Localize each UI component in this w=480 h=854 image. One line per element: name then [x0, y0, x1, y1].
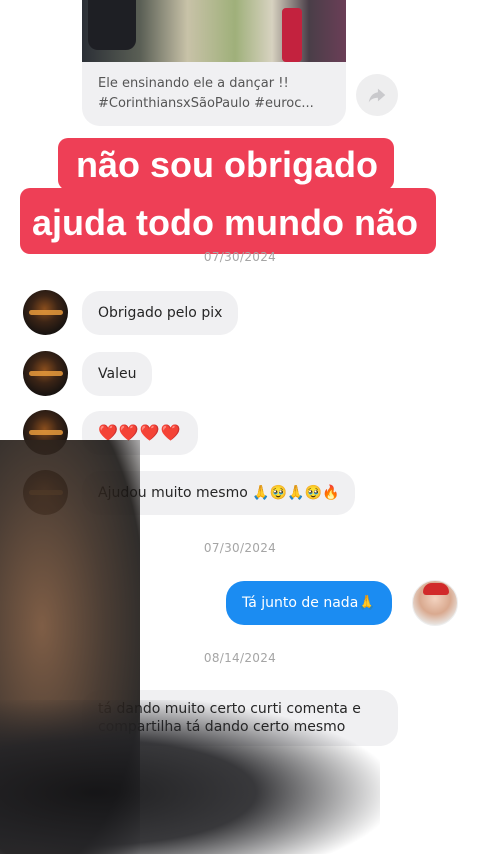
shared-post-caption-line-1: Ele ensinando ele a dançar !! — [98, 76, 289, 91]
contact-avatar[interactable] — [23, 351, 68, 396]
contact-avatar[interactable] — [23, 410, 68, 455]
date-separator: 07/30/2024 — [203, 541, 277, 555]
message-bubble-received[interactable]: tá dando muito certo curti comenta e com… — [82, 690, 398, 746]
contact-avatar[interactable] — [23, 290, 68, 335]
date-separator: 08/14/2024 — [203, 651, 277, 665]
contact-avatar[interactable] — [23, 470, 68, 515]
date-separator: 07/30/2024 — [203, 250, 277, 264]
message-bubble-received[interactable]: Ajudou muito mesmo 🙏🥹🙏🥹🔥 — [82, 471, 356, 515]
message-bubble-received[interactable]: ❤️❤️❤️❤️ — [82, 411, 198, 455]
message-bubble-sent[interactable]: Tá junto de nada🙏 — [226, 581, 392, 625]
message-bubble-received[interactable]: Valeu — [82, 352, 153, 396]
message-line: tá dando muito certo curti comenta e — [98, 701, 361, 717]
overlay-caption-line-1: não sou obrigado — [58, 138, 394, 190]
shared-post-caption-line-2: #CorinthiansxSãoPaulo #euroc... — [98, 96, 314, 111]
overlay-caption-line-2: ajuda todo mundo não — [20, 188, 436, 254]
my-avatar[interactable] — [412, 580, 458, 626]
shared-post-thumbnail[interactable] — [82, 0, 346, 62]
message-bubble-received[interactable]: Obrigado pelo pix — [82, 291, 239, 335]
shared-post-card[interactable]: Ele ensinando ele a dançar !! #Corinthia… — [82, 0, 346, 126]
message-line: compartilha tá dando certo mesmo — [98, 719, 346, 735]
shared-post-caption: Ele ensinando ele a dançar !! #Corinthia… — [98, 74, 338, 114]
share-button[interactable] — [356, 74, 398, 116]
share-arrow-icon — [368, 88, 386, 103]
